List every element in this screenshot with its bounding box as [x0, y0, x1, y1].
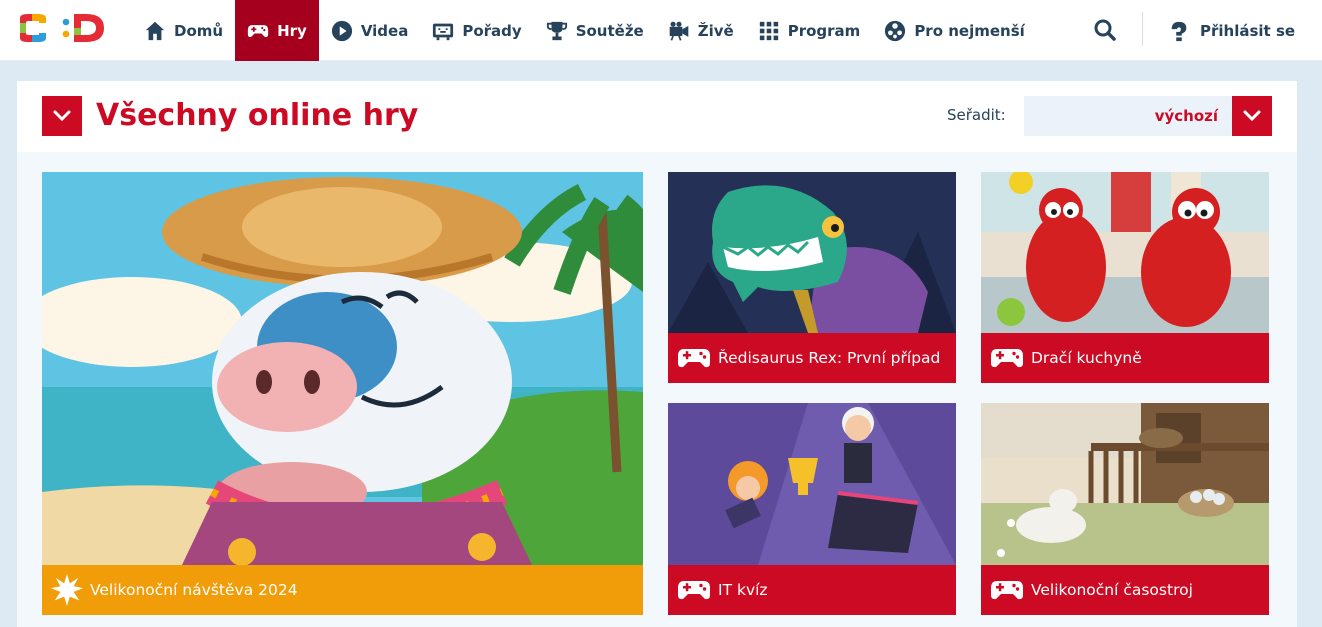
main-navigation: Domů Hry Videa Pořady Soutěže Živě Progr…	[132, 0, 1037, 61]
game-caption: Ředisaurus Rex: První případ	[668, 333, 956, 383]
game-title: Velikonoční návštěva 2024	[90, 581, 298, 599]
page-title: Všechny online hry	[96, 98, 419, 133]
sort-label: Seřadit:	[947, 106, 1006, 124]
game-title: IT kvíz	[718, 581, 768, 599]
game-card[interactable]: Dračí kuchyně	[981, 172, 1269, 383]
game-card[interactable]: Velikonoční časostroj	[981, 403, 1269, 615]
nav-item-little-ones[interactable]: Pro nejmenší	[872, 0, 1036, 61]
game-caption: Velikonoční časostroj	[981, 565, 1269, 615]
starburst-icon	[50, 573, 84, 607]
game-thumbnail-quiz	[668, 403, 956, 565]
nav-item-home[interactable]: Domů	[132, 0, 235, 61]
home-icon	[145, 21, 165, 40]
panel-header: Všechny online hry Seřadit: výchozí	[17, 81, 1297, 152]
nav-item-label: Hry	[277, 21, 307, 40]
nav-item-shows[interactable]: Pořady	[420, 0, 533, 61]
gamepad-icon	[678, 349, 710, 368]
nav-item-label: Program	[787, 21, 861, 40]
sort-value: výchozí	[1154, 107, 1218, 125]
game-card[interactable]: IT kvíz	[668, 403, 956, 615]
nav-item-label: Domů	[174, 21, 224, 40]
sort-dropdown-button[interactable]	[1232, 96, 1272, 136]
search-button[interactable]	[1092, 17, 1118, 43]
nav-item-live[interactable]: Živě	[656, 0, 746, 61]
game-thumbnail-dragons	[981, 172, 1269, 333]
camera-icon	[669, 21, 689, 41]
trophy-icon	[546, 21, 567, 40]
gamepad-icon	[678, 581, 710, 600]
nav-item-games[interactable]: Hry	[235, 0, 319, 61]
nav-item-label: Videa	[360, 21, 409, 40]
collapse-button[interactable]	[42, 96, 82, 136]
game-card-featured[interactable]: Velikonoční návštěva 2024	[42, 172, 643, 615]
sort-select[interactable]: výchozí	[1024, 96, 1232, 136]
top-navigation-bar: Domů Hry Videa Pořady Soutěže Živě Progr…	[0, 0, 1322, 61]
tv-icon	[433, 23, 454, 40]
grid-icon	[759, 21, 778, 40]
nav-item-label: Pořady	[462, 21, 522, 40]
game-title: Velikonoční časostroj	[1031, 581, 1193, 599]
play-icon	[331, 20, 352, 41]
nav-item-program[interactable]: Program	[746, 0, 873, 61]
user-help-icon	[1171, 21, 1187, 41]
nav-item-label: Živě	[697, 21, 734, 40]
gamepad-icon	[991, 581, 1023, 600]
chevron-down-icon	[1243, 110, 1261, 122]
baby-icon	[885, 20, 906, 41]
search-icon	[1094, 19, 1116, 41]
gamepad-icon	[247, 24, 269, 37]
nav-item-contests[interactable]: Soutěže	[534, 0, 656, 61]
ct-d-logo[interactable]	[16, 12, 108, 44]
game-thumbnail-dinosaur	[668, 172, 956, 333]
login-button[interactable]: Přihlásit se	[1168, 0, 1295, 61]
login-label: Přihlásit se	[1200, 21, 1296, 40]
nav-item-videos[interactable]: Videa	[319, 0, 421, 61]
game-caption: IT kvíz	[668, 565, 956, 615]
game-title: Ředisaurus Rex: První případ	[718, 349, 941, 367]
header-divider	[1142, 12, 1143, 46]
game-card[interactable]: Ředisaurus Rex: První případ	[668, 172, 956, 383]
nav-item-label: Soutěže	[575, 21, 644, 40]
games-panel: Všechny online hry Seřadit: výchozí Veli…	[17, 81, 1297, 627]
chevron-down-icon	[53, 110, 71, 122]
game-caption: Velikonoční návštěva 2024	[42, 565, 643, 615]
gamepad-icon	[991, 349, 1023, 368]
game-thumbnail-cow	[42, 172, 643, 565]
nav-item-label: Pro nejmenší	[914, 21, 1025, 40]
game-caption: Dračí kuchyně	[981, 333, 1269, 383]
game-title: Dračí kuchyně	[1031, 349, 1142, 367]
game-thumbnail-lamb	[981, 403, 1269, 565]
